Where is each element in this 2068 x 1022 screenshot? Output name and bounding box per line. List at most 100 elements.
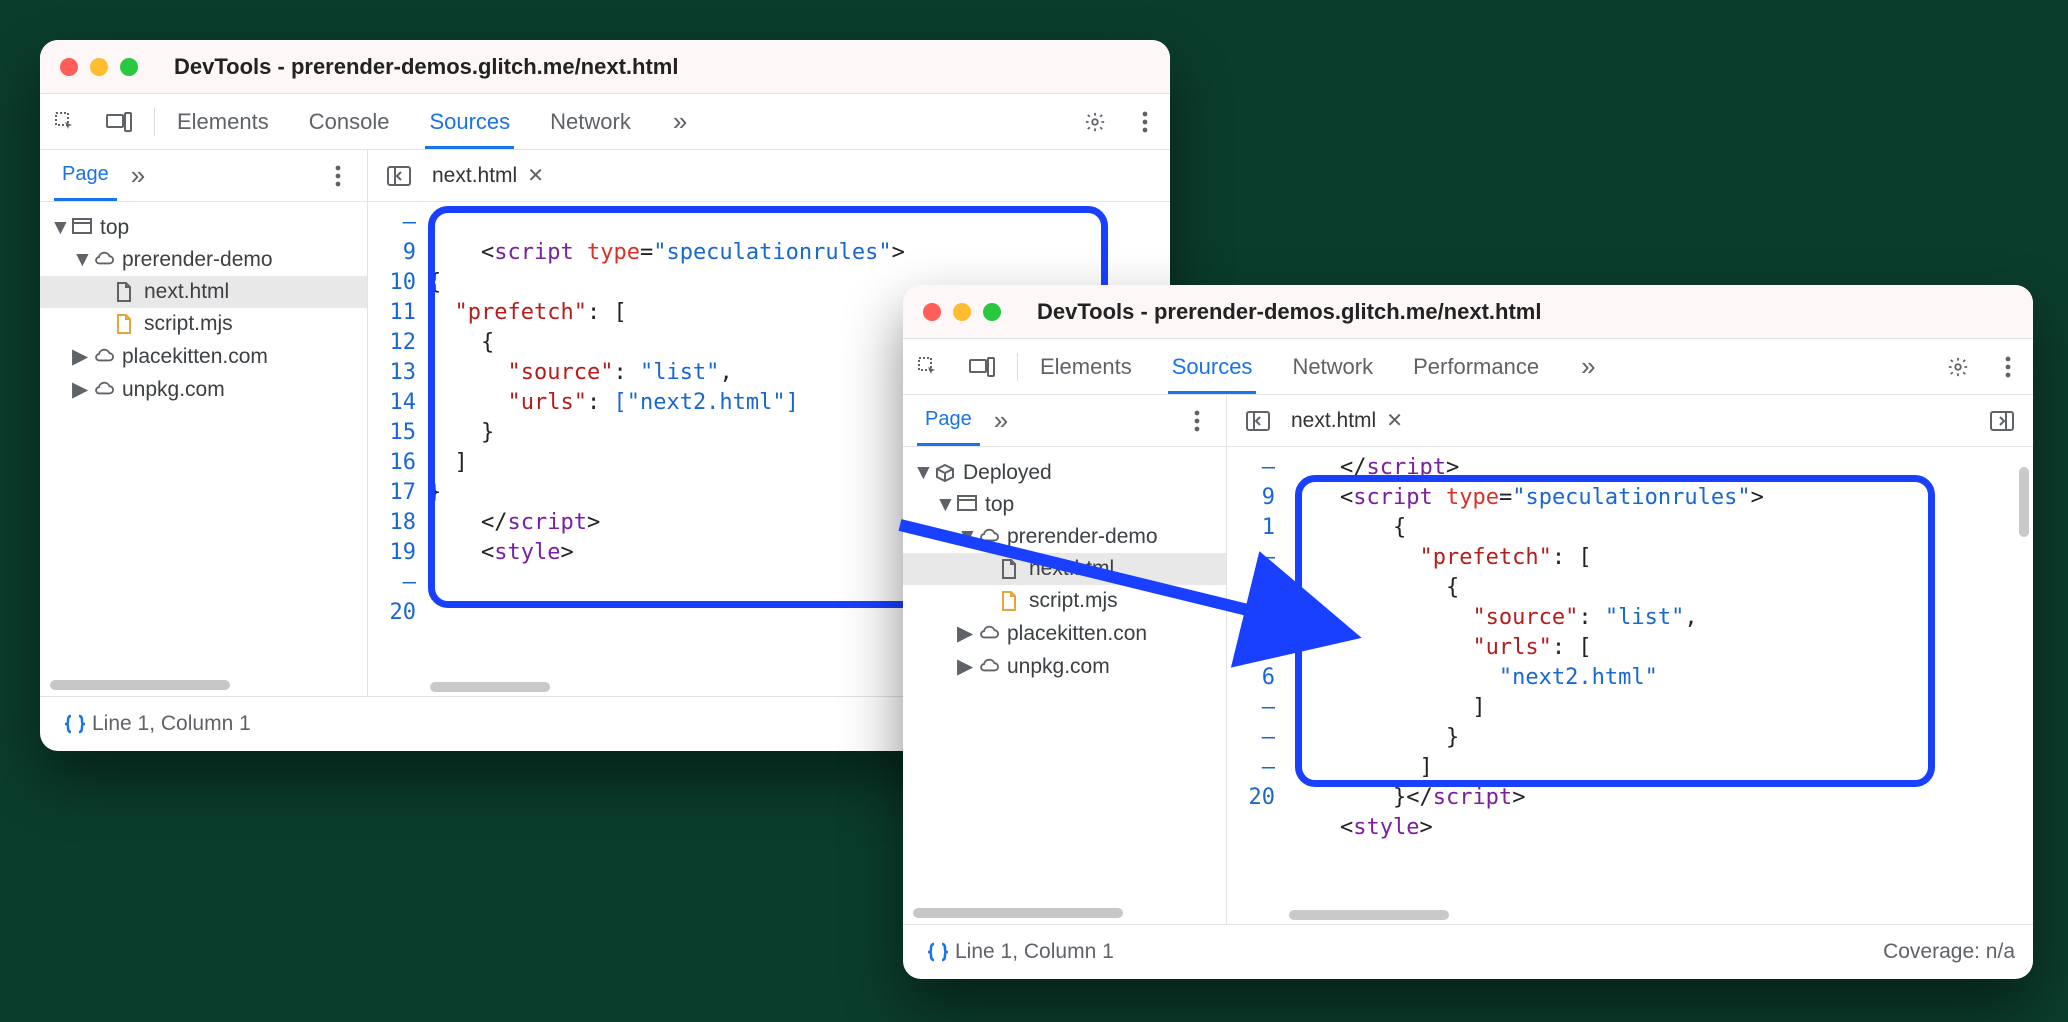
cloud-icon xyxy=(94,380,114,400)
more-tabs-icon[interactable]: » xyxy=(1575,351,1601,382)
window-title: DevTools - prerender-demos.glitch.me/nex… xyxy=(1037,299,1541,325)
more-page-tabs-icon[interactable]: » xyxy=(988,405,1014,436)
file-icon xyxy=(1001,559,1021,579)
cloud-icon xyxy=(94,347,114,367)
window-zoom-icon[interactable] xyxy=(120,58,138,76)
titlebar: DevTools - prerender-demos.glitch.me/nex… xyxy=(40,40,1170,94)
tree-label: top xyxy=(100,216,129,240)
box-icon xyxy=(935,463,955,483)
device-toolbar-icon[interactable] xyxy=(959,344,1005,390)
cloud-icon xyxy=(979,624,999,644)
main-toolbar: Elements Sources Network Performance » xyxy=(903,339,2033,395)
line-gutter: –910111213141516171819–20 xyxy=(368,202,426,696)
scrollbar-horizontal[interactable] xyxy=(50,680,230,690)
close-icon[interactable]: ✕ xyxy=(1386,408,1403,433)
traffic-lights xyxy=(60,58,138,76)
page-tree[interactable]: ▼ Deployed ▼ top ▼ prerender-demo xyxy=(903,447,1227,924)
page-tab[interactable]: Page xyxy=(917,396,980,446)
tree-item-deployed[interactable]: ▼ Deployed xyxy=(903,457,1226,489)
coverage-label: Coverage: n/a xyxy=(1883,940,2015,964)
tree-item-origin[interactable]: ▶ unpkg.com xyxy=(40,373,367,406)
scrollbar-horizontal[interactable] xyxy=(913,908,1123,918)
tab-network[interactable]: Network xyxy=(546,95,635,149)
cloud-icon xyxy=(94,250,114,270)
tree-item-file[interactable]: script.mjs xyxy=(40,308,367,340)
tree-item-file[interactable]: next.html xyxy=(40,276,367,308)
file-icon xyxy=(116,282,136,302)
titlebar: DevTools - prerender-demos.glitch.me/nex… xyxy=(903,285,2033,339)
main-area: ▼ Deployed ▼ top ▼ prerender-demo xyxy=(903,447,2033,925)
scrollbar-horizontal[interactable] xyxy=(1289,910,1449,920)
toggle-navigator-icon[interactable] xyxy=(376,153,422,199)
tab-sources[interactable]: Sources xyxy=(1168,340,1257,394)
settings-gear-icon[interactable] xyxy=(1935,344,1981,390)
device-toolbar-icon[interactable] xyxy=(96,99,142,145)
file-tab-label: next.html xyxy=(1291,409,1376,433)
tree-label: top xyxy=(985,493,1014,517)
page-tab[interactable]: Page xyxy=(54,151,117,201)
stage: DevTools - prerender-demos.glitch.me/nex… xyxy=(0,0,2068,1022)
kebab-menu-icon[interactable] xyxy=(315,153,361,199)
tree-item-origin[interactable]: ▶ placekitten.con xyxy=(903,617,1226,650)
pretty-print-icon[interactable] xyxy=(58,701,92,747)
tree-label: Deployed xyxy=(963,461,1052,485)
statusbar: Line 1, Column 1 Coverage: n/a xyxy=(903,925,2033,979)
cloud-icon xyxy=(979,657,999,677)
cloud-icon xyxy=(979,527,999,547)
toggle-navigator-icon[interactable] xyxy=(1235,398,1281,444)
kebab-menu-icon[interactable] xyxy=(1122,99,1168,145)
scrollbar-horizontal[interactable] xyxy=(430,682,550,692)
tree-label: prerender-demo xyxy=(122,248,273,272)
window-close-icon[interactable] xyxy=(60,58,78,76)
inspect-element-icon[interactable] xyxy=(42,99,88,145)
tab-elements[interactable]: Elements xyxy=(1036,340,1136,394)
file-tab[interactable]: next.html ✕ xyxy=(428,163,548,188)
tree-item-file[interactable]: next.html xyxy=(903,553,1226,585)
tree-item-top[interactable]: ▼ top xyxy=(40,212,367,244)
window-close-icon[interactable] xyxy=(923,303,941,321)
line-gutter: –91–3––6–––20 xyxy=(1227,447,1285,924)
tab-sources[interactable]: Sources xyxy=(425,95,514,149)
main-toolbar: Elements Console Sources Network » xyxy=(40,94,1170,150)
tree-item-top[interactable]: ▼ top xyxy=(903,489,1226,521)
scrollbar-vertical[interactable] xyxy=(2019,467,2029,537)
window-minimize-icon[interactable] xyxy=(90,58,108,76)
tree-label: unpkg.com xyxy=(122,378,225,402)
more-page-tabs-icon[interactable]: » xyxy=(125,160,151,191)
pretty-print-icon[interactable] xyxy=(921,929,955,975)
window-minimize-icon[interactable] xyxy=(953,303,971,321)
kebab-menu-icon[interactable] xyxy=(1985,344,2031,390)
tree-label: next.html xyxy=(1029,557,1114,581)
devtools-window-b: DevTools - prerender-demos.glitch.me/nex… xyxy=(903,285,2033,979)
inspect-element-icon[interactable] xyxy=(905,344,951,390)
js-file-icon xyxy=(116,314,136,334)
window-title: DevTools - prerender-demos.glitch.me/nex… xyxy=(174,54,678,80)
tab-console[interactable]: Console xyxy=(305,95,394,149)
file-tab[interactable]: next.html ✕ xyxy=(1287,408,1407,433)
page-tree[interactable]: ▼ top ▼ prerender-demo next.html xyxy=(40,202,368,696)
toggle-debugger-icon[interactable] xyxy=(1979,398,2025,444)
source-editor[interactable]: –91–3––6–––20 </script> <script type="sp… xyxy=(1227,447,2033,924)
tree-item-origin[interactable]: ▶ placekitten.com xyxy=(40,340,367,373)
settings-gear-icon[interactable] xyxy=(1072,99,1118,145)
source-code: </script> <script type="speculationrules… xyxy=(1285,447,2033,924)
tab-network[interactable]: Network xyxy=(1288,340,1377,394)
more-tabs-icon[interactable]: » xyxy=(667,106,693,137)
tree-item-origin[interactable]: ▼ prerender-demo xyxy=(903,521,1226,553)
tree-label: placekitten.com xyxy=(122,345,268,369)
frame-icon xyxy=(72,218,92,238)
kebab-menu-icon[interactable] xyxy=(1174,398,1220,444)
subbar: Page » next.html ✕ xyxy=(903,395,2033,447)
file-tab-label: next.html xyxy=(432,164,517,188)
tab-elements[interactable]: Elements xyxy=(173,95,273,149)
tree-item-file[interactable]: script.mjs xyxy=(903,585,1226,617)
separator xyxy=(1017,353,1018,381)
tab-performance[interactable]: Performance xyxy=(1409,340,1543,394)
cursor-position: Line 1, Column 1 xyxy=(92,712,251,736)
tree-label: next.html xyxy=(144,280,229,304)
close-icon[interactable]: ✕ xyxy=(527,163,544,188)
window-zoom-icon[interactable] xyxy=(983,303,1001,321)
tree-item-origin[interactable]: ▼ prerender-demo xyxy=(40,244,367,276)
frame-icon xyxy=(957,495,977,515)
tree-item-origin[interactable]: ▶ unpkg.com xyxy=(903,650,1226,683)
